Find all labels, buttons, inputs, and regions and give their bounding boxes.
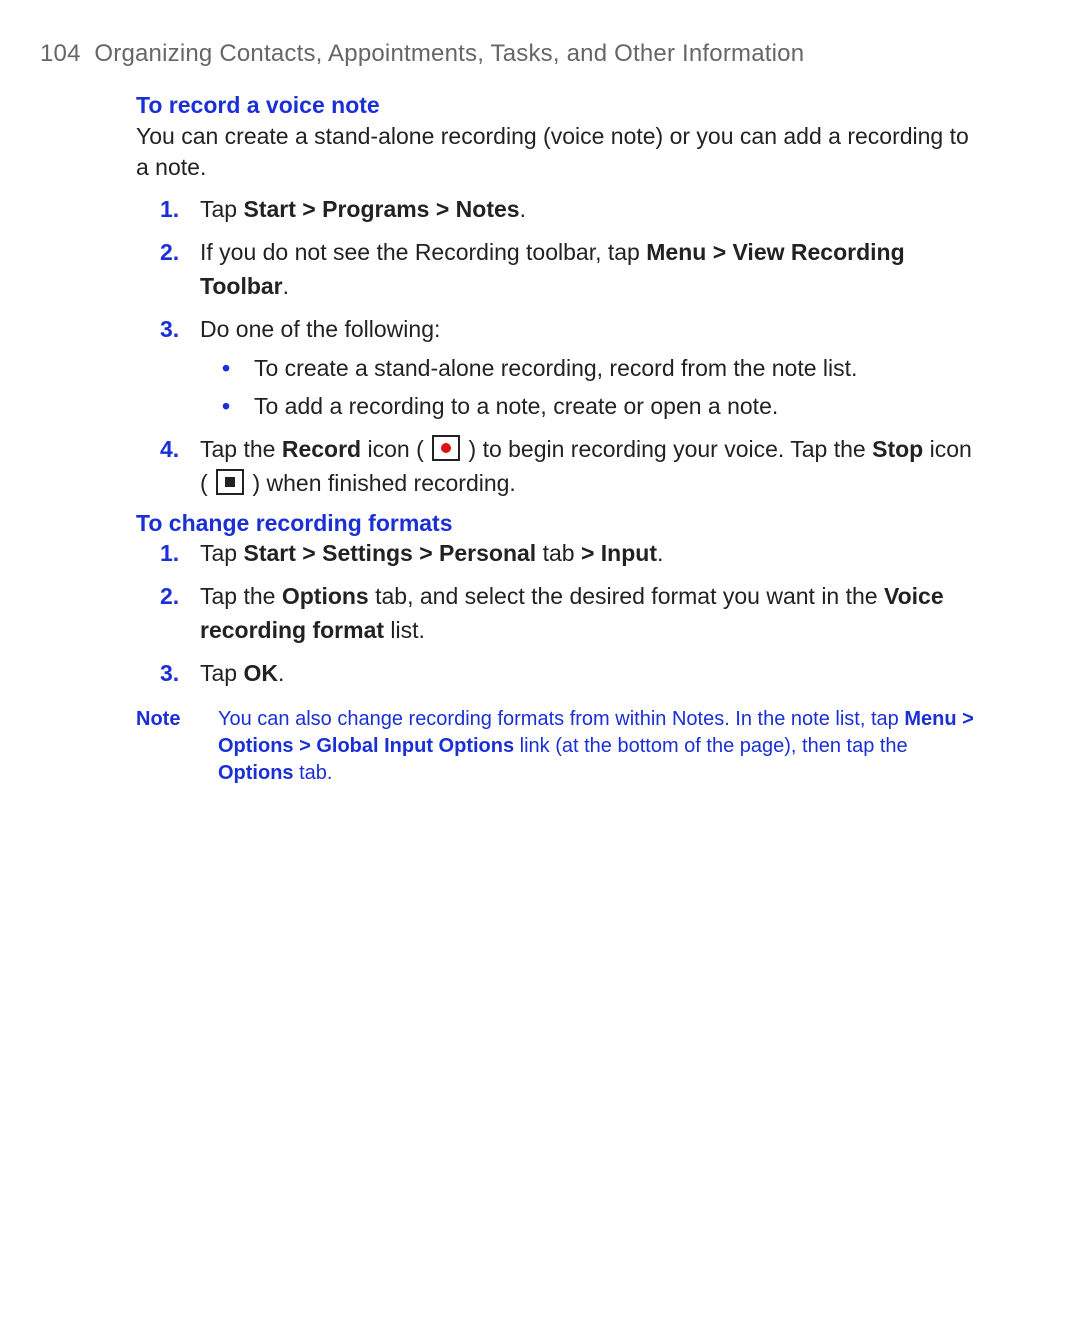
- section-heading: To change recording formats: [136, 510, 980, 537]
- step-number: 3.: [160, 657, 179, 690]
- note-block: Note You can also change recording forma…: [136, 706, 980, 787]
- steps-list: 1. Tap Start > Programs > Notes. 2. If y…: [136, 193, 980, 500]
- step-text: Tap Start > Programs > Notes.: [200, 196, 526, 222]
- note-text: You can also change recording formats fr…: [218, 708, 904, 730]
- page: 104 Organizing Contacts, Appointments, T…: [0, 0, 1080, 1327]
- step-text-bold: Stop: [872, 436, 923, 462]
- step-text: Tap Start > Settings > Personal tab > In…: [200, 540, 663, 566]
- step-text-post: list.: [384, 617, 425, 643]
- step-number: 2.: [160, 236, 179, 269]
- step-1: 1. Tap Start > Settings > Personal tab >…: [160, 537, 980, 570]
- step-1: 1. Tap Start > Programs > Notes.: [160, 193, 980, 226]
- step-3: 3. Tap OK.: [160, 657, 980, 690]
- step-text-pre: If you do not see the Recording toolbar,…: [200, 239, 646, 265]
- bullet-1: To create a stand-alone recording, recor…: [208, 352, 980, 385]
- step-text-post: .: [520, 196, 526, 222]
- step-text-pre: Tap the: [200, 583, 282, 609]
- note-body: You can also change recording formats fr…: [218, 706, 980, 787]
- step-number: 2.: [160, 580, 179, 613]
- step-text-pre: Tap: [200, 196, 243, 222]
- note-label: Note: [136, 706, 218, 787]
- step-text-post: .: [283, 273, 289, 299]
- page-header: 104 Organizing Contacts, Appointments, T…: [40, 40, 980, 68]
- step-text-mid: icon (: [361, 436, 430, 462]
- record-icon: [432, 435, 460, 461]
- page-number: 104: [40, 40, 81, 67]
- step-text-bold: Start > Settings > Personal: [243, 540, 536, 566]
- chapter-title: Organizing Contacts, Appointments, Tasks…: [94, 40, 804, 67]
- steps-list: 1. Tap Start > Settings > Personal tab >…: [136, 537, 980, 690]
- step-text-post: .: [657, 540, 663, 566]
- step-number: 4.: [160, 433, 179, 466]
- step-2: 2. If you do not see the Recording toolb…: [160, 236, 980, 303]
- step-text: If you do not see the Recording toolbar,…: [200, 239, 905, 298]
- step-text: Do one of the following:: [200, 316, 440, 342]
- step-number: 3.: [160, 313, 179, 346]
- step-text-bold: Options: [282, 583, 369, 609]
- note-text-bold: Options: [218, 762, 294, 784]
- step-number: 1.: [160, 193, 179, 226]
- step-text-pre: Tap: [200, 540, 243, 566]
- step-text: Tap the Options tab, and select the desi…: [200, 583, 944, 642]
- step-3: 3. Do one of the following: To create a …: [160, 313, 980, 423]
- step-text-pre: Tap: [200, 660, 243, 686]
- step-text-post: .: [278, 660, 284, 686]
- step-text-mid: ) when finished recording.: [246, 470, 516, 496]
- step-text-mid: tab, and select the desired format you w…: [369, 583, 884, 609]
- section-heading: To record a voice note: [136, 92, 980, 119]
- section-intro: You can create a stand-alone recording (…: [136, 121, 980, 183]
- step-text-pre: Tap the: [200, 436, 282, 462]
- step-text-mid: ) to begin recording your voice. Tap the: [462, 436, 872, 462]
- sub-bullets: To create a stand-alone recording, recor…: [200, 352, 980, 423]
- step-text-mid: tab: [536, 540, 581, 566]
- step-text-bold: OK: [243, 660, 278, 686]
- step-2: 2. Tap the Options tab, and select the d…: [160, 580, 980, 647]
- step-text-bold: Start > Programs > Notes: [243, 196, 519, 222]
- step-text-bold: > Input: [581, 540, 657, 566]
- stop-icon: [216, 469, 244, 495]
- section-record-voice-note: To record a voice note You can create a …: [136, 92, 980, 500]
- section-change-recording-formats: To change recording formats 1. Tap Start…: [136, 510, 980, 690]
- note-text: tab.: [294, 762, 333, 784]
- step-4: 4. Tap the Record icon ( ) to begin reco…: [160, 433, 980, 500]
- note-text: link (at the bottom of the page), then t…: [514, 735, 908, 757]
- step-text: Tap the Record icon ( ) to begin recordi…: [200, 436, 972, 495]
- step-text-bold: Record: [282, 436, 361, 462]
- step-number: 1.: [160, 537, 179, 570]
- bullet-2: To add a recording to a note, create or …: [208, 390, 980, 423]
- step-text: Tap OK.: [200, 660, 284, 686]
